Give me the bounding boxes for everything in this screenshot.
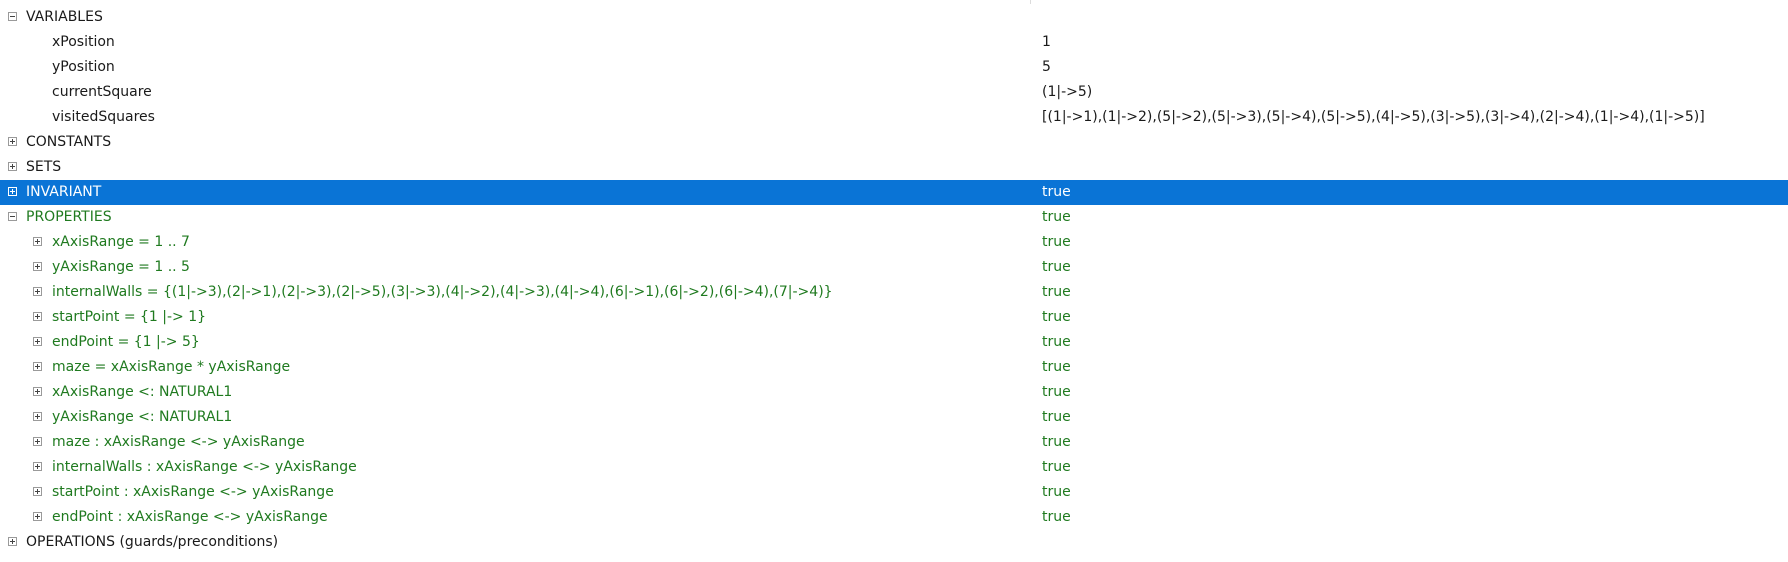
- collapse-icon[interactable]: [8, 212, 17, 221]
- expand-icon[interactable]: [8, 137, 17, 146]
- tree-node-constants[interactable]: CONSTANTS: [0, 130, 1788, 155]
- expand-icon[interactable]: [33, 312, 42, 321]
- property-label: yAxisRange = 1 .. 5: [52, 259, 190, 275]
- tree-node-properties[interactable]: PROPERTIES true: [0, 205, 1788, 230]
- variable-name: xPosition: [52, 34, 115, 50]
- variable-name: yPosition: [52, 59, 115, 75]
- property-row[interactable]: endPoint : xAxisRange <-> yAxisRange tru…: [0, 505, 1788, 530]
- property-label: endPoint : xAxisRange <-> yAxisRange: [52, 509, 328, 525]
- variable-value: (1|->5): [1042, 84, 1093, 100]
- property-label: xAxisRange <: NATURAL1: [52, 384, 233, 400]
- variable-row-xposition[interactable]: xPosition 1: [0, 30, 1788, 55]
- property-value: true: [1042, 234, 1071, 250]
- expand-icon[interactable]: [8, 187, 17, 196]
- expand-icon[interactable]: [33, 387, 42, 396]
- expand-icon[interactable]: [8, 162, 17, 171]
- property-label: internalWalls = {(1|->3),(2|->1),(2|->3)…: [52, 284, 833, 300]
- state-tree: VARIABLES xPosition 1 yPosition 5 curren…: [0, 5, 1788, 555]
- property-value: true: [1042, 284, 1071, 300]
- expand-icon[interactable]: [33, 437, 42, 446]
- node-value: true: [1042, 209, 1071, 225]
- variable-value: 5: [1042, 59, 1051, 75]
- node-label: CONSTANTS: [26, 134, 112, 150]
- property-label: startPoint = {1 |-> 1}: [52, 309, 207, 325]
- variable-row-visitedsquares[interactable]: visitedSquares [(1|->1),(1|->2),(5|->2),…: [0, 105, 1788, 130]
- expand-icon[interactable]: [33, 512, 42, 521]
- column-divider: [1030, 0, 1031, 4]
- property-value: true: [1042, 334, 1071, 350]
- property-row[interactable]: internalWalls = {(1|->3),(2|->1),(2|->3)…: [0, 280, 1788, 305]
- property-row[interactable]: startPoint : xAxisRange <-> yAxisRange t…: [0, 480, 1788, 505]
- property-label: xAxisRange = 1 .. 7: [52, 234, 190, 250]
- variable-row-currentsquare[interactable]: currentSquare (1|->5): [0, 80, 1788, 105]
- property-value: true: [1042, 434, 1071, 450]
- tree-node-variables[interactable]: VARIABLES: [0, 5, 1788, 30]
- expand-icon[interactable]: [33, 262, 42, 271]
- property-label: yAxisRange <: NATURAL1: [52, 409, 233, 425]
- expand-icon[interactable]: [33, 362, 42, 371]
- property-row[interactable]: xAxisRange = 1 .. 7 true: [0, 230, 1788, 255]
- property-label: maze : xAxisRange <-> yAxisRange: [52, 434, 305, 450]
- property-row[interactable]: maze : xAxisRange <-> yAxisRange true: [0, 430, 1788, 455]
- expand-icon[interactable]: [33, 412, 42, 421]
- property-label: maze = xAxisRange * yAxisRange: [52, 359, 291, 375]
- variable-name: currentSquare: [52, 84, 152, 100]
- property-row[interactable]: xAxisRange <: NATURAL1 true: [0, 380, 1788, 405]
- tree-node-operations[interactable]: OPERATIONS (guards/preconditions): [0, 530, 1788, 555]
- property-row[interactable]: endPoint = {1 |-> 5} true: [0, 330, 1788, 355]
- property-value: true: [1042, 409, 1071, 425]
- node-label: OPERATIONS (guards/preconditions): [26, 534, 279, 550]
- property-value: true: [1042, 509, 1071, 525]
- property-label: internalWalls : xAxisRange <-> yAxisRang…: [52, 459, 357, 475]
- expand-icon[interactable]: [8, 537, 17, 546]
- property-value: true: [1042, 384, 1071, 400]
- property-row[interactable]: startPoint = {1 |-> 1} true: [0, 305, 1788, 330]
- property-value: true: [1042, 459, 1071, 475]
- property-value: true: [1042, 259, 1071, 275]
- node-label: PROPERTIES: [26, 209, 112, 225]
- expand-icon[interactable]: [33, 237, 42, 246]
- collapse-icon[interactable]: [8, 12, 17, 21]
- property-row[interactable]: maze = xAxisRange * yAxisRange true: [0, 355, 1788, 380]
- property-row[interactable]: yAxisRange = 1 .. 5 true: [0, 255, 1788, 280]
- property-row[interactable]: yAxisRange <: NATURAL1 true: [0, 405, 1788, 430]
- node-label: VARIABLES: [26, 9, 103, 25]
- variable-value: [(1|->1),(1|->2),(5|->2),(5|->3),(5|->4)…: [1042, 109, 1705, 125]
- expand-icon[interactable]: [33, 287, 42, 296]
- expand-icon[interactable]: [33, 462, 42, 471]
- property-value: true: [1042, 484, 1071, 500]
- property-value: true: [1042, 359, 1071, 375]
- node-label: INVARIANT: [26, 184, 102, 200]
- property-label: startPoint : xAxisRange <-> yAxisRange: [52, 484, 334, 500]
- node-value: true: [1042, 184, 1071, 200]
- property-label: endPoint = {1 |-> 5}: [52, 334, 200, 350]
- variable-name: visitedSquares: [52, 109, 155, 125]
- variable-row-yposition[interactable]: yPosition 5: [0, 55, 1788, 80]
- expand-icon[interactable]: [33, 337, 42, 346]
- property-value: true: [1042, 309, 1071, 325]
- expand-icon[interactable]: [33, 487, 42, 496]
- tree-node-invariant[interactable]: INVARIANT true: [0, 180, 1788, 205]
- property-row[interactable]: internalWalls : xAxisRange <-> yAxisRang…: [0, 455, 1788, 480]
- tree-node-sets[interactable]: SETS: [0, 155, 1788, 180]
- variable-value: 1: [1042, 34, 1051, 50]
- node-label: SETS: [26, 159, 62, 175]
